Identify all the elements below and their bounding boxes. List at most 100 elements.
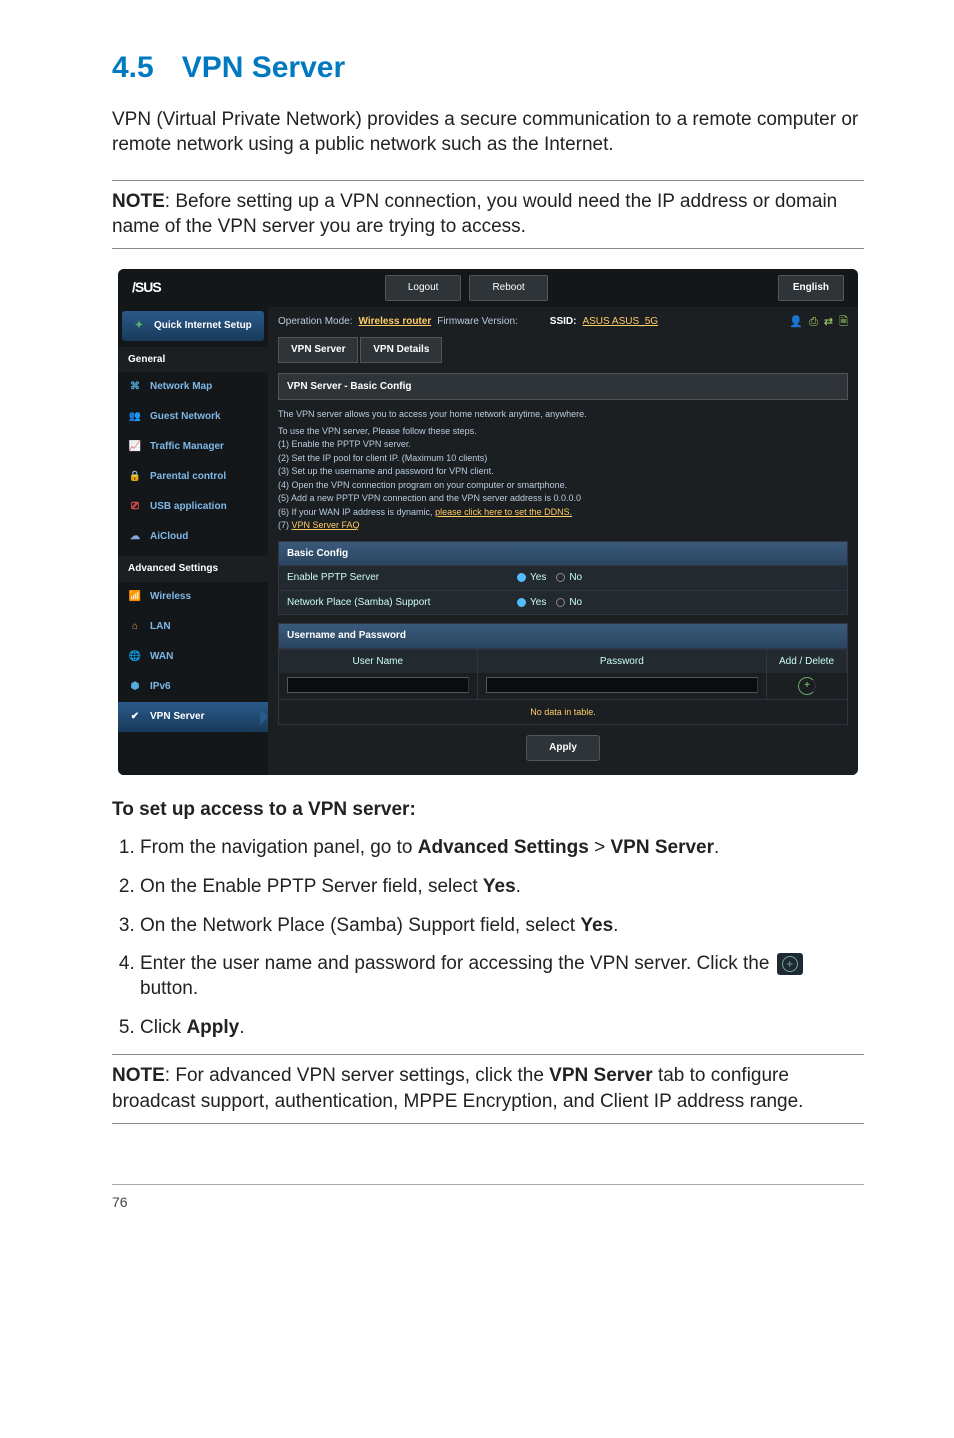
panel-description: The VPN server allows you to access your… — [278, 400, 848, 424]
username-input[interactable] — [287, 677, 469, 693]
step-2: On the Enable PPTP Server field, select … — [140, 875, 864, 900]
printer-icon[interactable]: ⎙ — [809, 315, 818, 330]
th-password: Password — [478, 650, 767, 674]
header-bar: /SUS Logout Reboot English — [118, 269, 858, 307]
sidebar-item-traffic-manager[interactable]: 📈 Traffic Manager — [118, 432, 268, 462]
samba-yes-radio[interactable]: Yes — [517, 596, 546, 610]
wifi-icon: 📶 — [128, 590, 142, 604]
sidebar-item-label: Wireless — [150, 590, 191, 604]
plus-icon: + — [782, 956, 798, 972]
sidebar-item-parental-control[interactable]: 🔒 Parental control — [118, 462, 268, 492]
sidebar-item-label: WAN — [150, 650, 173, 664]
section-number: 4.5 — [112, 51, 154, 84]
panel-title: VPN Server - Basic Config — [278, 373, 848, 401]
row-samba-support: Network Place (Samba) Support Yes No — [278, 591, 848, 616]
tab-vpn-details[interactable]: VPN Details — [360, 337, 442, 363]
sidebar-item-ipv6[interactable]: ⬢ IPv6 — [118, 672, 268, 702]
sidebar-item-label: VPN Server — [150, 710, 204, 724]
sidebar-item-label: IPv6 — [150, 680, 171, 694]
step-5: Click Apply. — [140, 1016, 864, 1041]
pptp-no-radio[interactable]: No — [556, 571, 582, 585]
sidebar-item-label: Quick Internet Setup — [154, 319, 252, 333]
vpn-icon: ✔ — [128, 710, 142, 724]
page-number: 76 — [112, 1194, 128, 1210]
row-label: Network Place (Samba) Support — [287, 596, 517, 610]
note-box-2: NOTE: For advanced VPN server settings, … — [112, 1054, 864, 1123]
add-row-button[interactable]: + — [798, 677, 816, 695]
step-4: Enter the user name and password for acc… — [140, 952, 864, 1001]
password-input[interactable] — [486, 677, 758, 693]
samba-no-radio[interactable]: No — [556, 596, 582, 610]
sidebar-item-label: USB application — [150, 500, 227, 514]
section-name: VPN Server — [182, 51, 345, 84]
tab-vpn-server[interactable]: VPN Server — [278, 337, 358, 363]
th-add-delete: Add / Delete — [767, 650, 847, 674]
home-icon: ⌂ — [128, 620, 142, 634]
sidebar-item-vpn-server[interactable]: ✔ VPN Server — [118, 702, 268, 732]
sidebar-item-label: Traffic Manager — [150, 440, 224, 454]
usb-icon: ⎚ — [128, 500, 142, 514]
sidebar-item-network-map[interactable]: ⌘ Network Map — [118, 372, 268, 402]
sidebar-item-usb-application[interactable]: ⎚ USB application — [118, 492, 268, 522]
device-icon[interactable]: 🗎 — [839, 315, 848, 330]
user-icon[interactable]: 👤 — [789, 315, 803, 330]
ipv6-icon: ⬢ — [128, 680, 142, 694]
sidebar-quick-internet-setup[interactable]: ✦ Quick Internet Setup — [122, 311, 264, 341]
username-password-header: Username and Password — [278, 623, 848, 649]
steps-heading: To set up access to a VPN server: — [112, 797, 864, 823]
logout-button[interactable]: Logout — [385, 275, 462, 301]
people-icon: 👥 — [128, 410, 142, 424]
page-footer: 76 — [112, 1184, 864, 1212]
sidebar-item-label: Guest Network — [150, 410, 221, 424]
wand-icon: ✦ — [132, 319, 146, 333]
reboot-button[interactable]: Reboot — [469, 275, 547, 301]
row-enable-pptp: Enable PPTP Server Yes No — [278, 566, 848, 591]
globe-icon: 🌐 — [128, 650, 142, 664]
network-icon: ⌘ — [128, 380, 142, 394]
sidebar-item-lan[interactable]: ⌂ LAN — [118, 612, 268, 642]
sidebar-header-general: General — [118, 347, 268, 373]
step-3: On the Network Place (Samba) Support fie… — [140, 914, 864, 939]
note-text-a: : For advanced VPN server settings, clic… — [165, 1065, 549, 1086]
add-icon-inline: + — [777, 953, 803, 975]
no-data-message: No data in table. — [279, 699, 847, 724]
sidebar-item-label: AiCloud — [150, 530, 188, 544]
note-bold: VPN Server — [549, 1065, 653, 1086]
user-table: User Name Password Add / Delete + No dat… — [278, 649, 848, 726]
cloud-icon: ☁ — [128, 530, 142, 544]
language-selector[interactable]: English — [778, 275, 844, 301]
basic-config-header: Basic Config — [278, 541, 848, 567]
sidebar-item-guest-network[interactable]: 👥 Guest Network — [118, 402, 268, 432]
ddns-link[interactable]: please click here to set the DDNS. — [435, 507, 572, 517]
pptp-yes-radio[interactable]: Yes — [517, 571, 546, 585]
ssid-link[interactable]: ASUS ASUS_5G — [582, 315, 658, 329]
note-label: NOTE — [112, 191, 165, 212]
status-line: Operation Mode: Wireless router Firmware… — [278, 315, 848, 330]
note-text: : Before setting up a VPN connection, yo… — [112, 191, 837, 238]
usb-status-icon[interactable]: ⇄ — [824, 315, 833, 330]
steps-list: From the navigation panel, go to Advance… — [112, 836, 864, 1040]
sidebar-item-wan[interactable]: 🌐 WAN — [118, 642, 268, 672]
router-ui-screenshot: /SUS Logout Reboot English ✦ Quick Inter… — [118, 269, 858, 775]
section-title: 4.5 VPN Server — [112, 48, 864, 89]
faq-link[interactable]: VPN Server FAQ — [292, 520, 360, 530]
sidebar-item-label: Parental control — [150, 470, 226, 484]
sidebar-header-advanced: Advanced Settings — [118, 556, 268, 582]
th-username: User Name — [279, 650, 478, 674]
row-label: Enable PPTP Server — [287, 571, 517, 585]
operation-mode-link[interactable]: Wireless router — [359, 315, 432, 329]
sidebar-item-label: LAN — [150, 620, 171, 634]
step-1: From the navigation panel, go to Advance… — [140, 836, 864, 861]
main-panel: Operation Mode: Wireless router Firmware… — [268, 307, 858, 775]
asus-logo: /SUS — [132, 278, 161, 297]
note-label: NOTE — [112, 1065, 165, 1086]
sidebar-item-label: Network Map — [150, 380, 212, 394]
note-box-1: NOTE: Before setting up a VPN connection… — [112, 180, 864, 249]
apply-button[interactable]: Apply — [526, 735, 600, 761]
lock-icon: 🔒 — [128, 470, 142, 484]
sidebar: ✦ Quick Internet Setup General ⌘ Network … — [118, 307, 268, 775]
chart-icon: 📈 — [128, 440, 142, 454]
sidebar-item-aicloud[interactable]: ☁ AiCloud — [118, 522, 268, 552]
sidebar-item-wireless[interactable]: 📶 Wireless — [118, 582, 268, 612]
intro-paragraph: VPN (Virtual Private Network) provides a… — [112, 107, 864, 158]
